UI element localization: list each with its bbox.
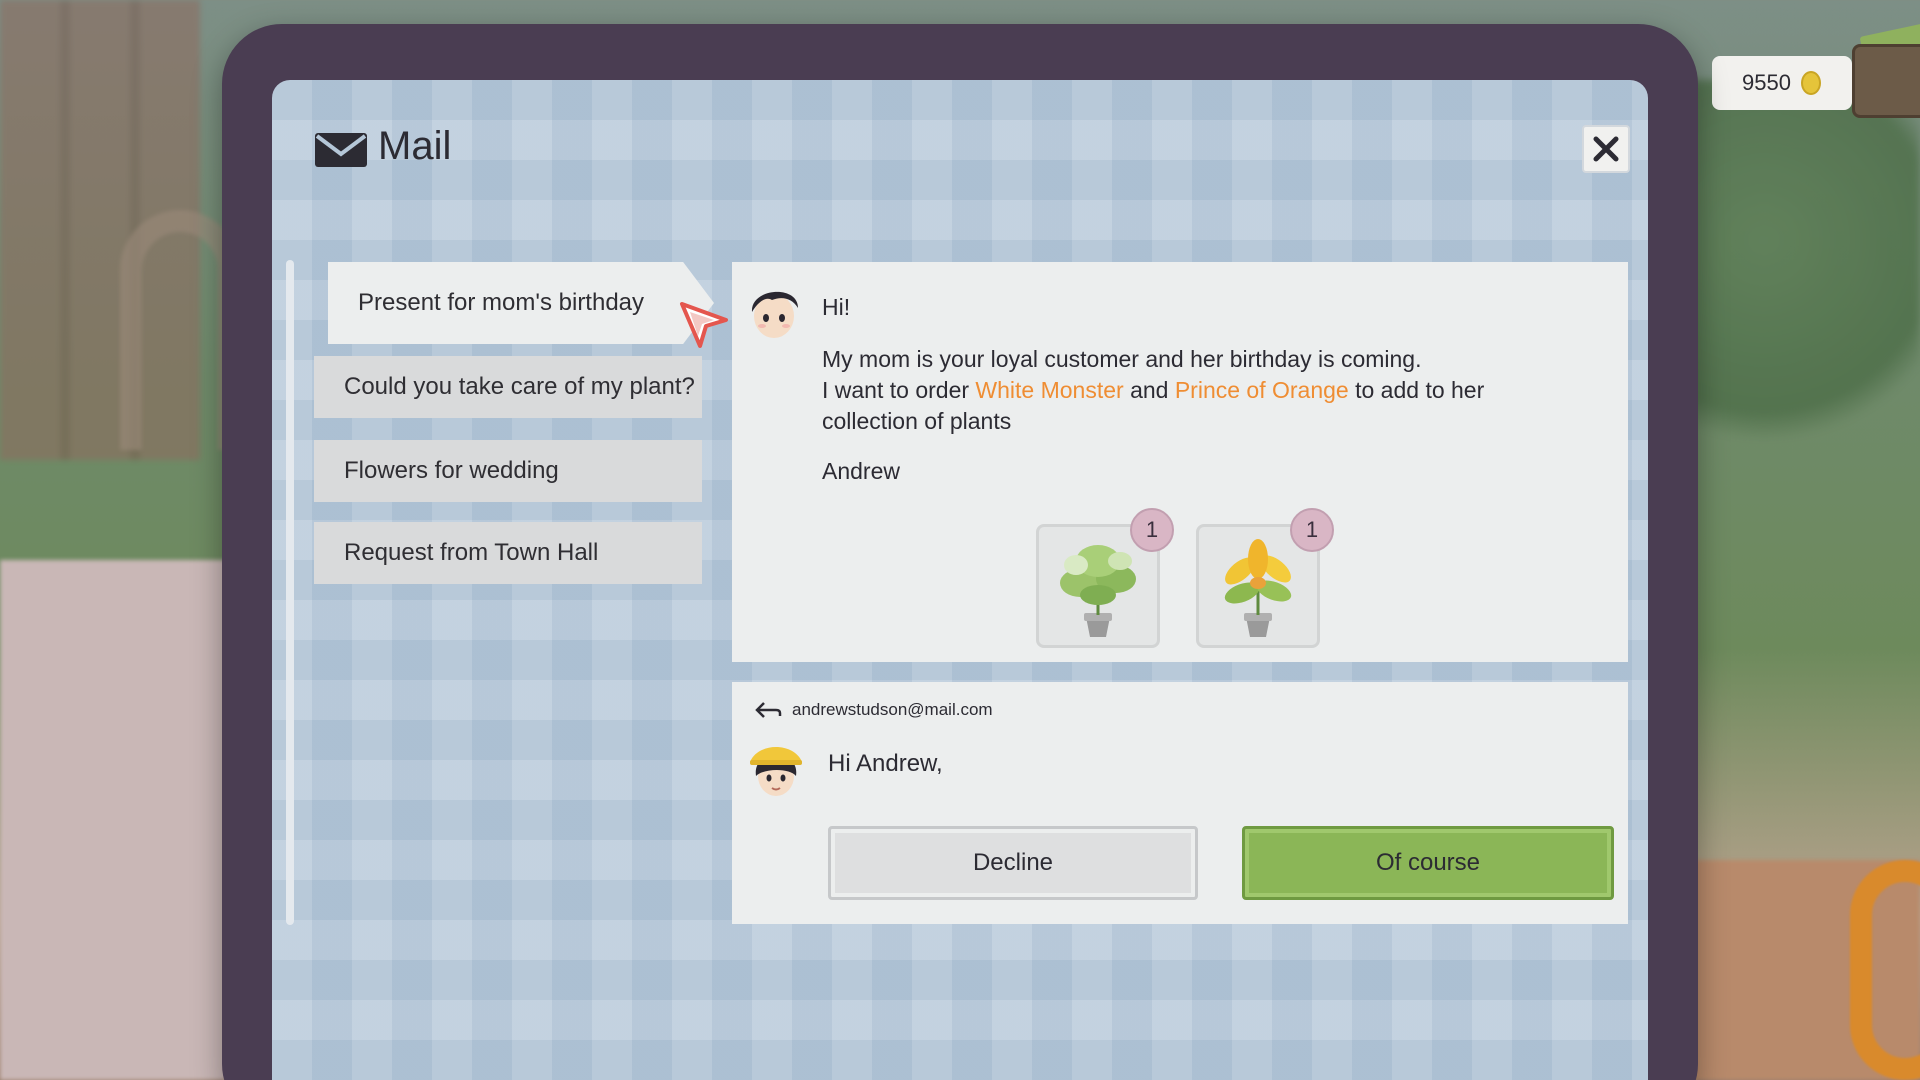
mail-list-item-active[interactable]: Present for mom's birthday	[328, 262, 714, 344]
decline-button-label: Decline	[972, 849, 1054, 876]
message-line: My mom is your loyal customer and her bi…	[822, 346, 1422, 372]
message-signature: Andrew	[822, 458, 900, 484]
reply-panel: andrewstudson@mail.com Hi Andrew, Declin…	[732, 682, 1628, 924]
message-line: collection of plants	[822, 408, 1012, 434]
pointer-cursor-icon	[680, 302, 728, 348]
reply-greeting: Hi Andrew,	[828, 750, 943, 777]
player-avatar	[744, 736, 808, 800]
background-counter	[0, 560, 230, 1080]
prince-of-orange-plant-icon	[1224, 539, 1292, 637]
recipient-email: andrewstudson@mail.com	[792, 700, 993, 719]
coin-amount: 9550	[1742, 70, 1791, 95]
highlighted-item: Prince of Orange	[1174, 377, 1349, 403]
background-trees	[1660, 80, 1920, 480]
wallet-icon[interactable]	[1852, 44, 1920, 118]
mail-list-item[interactable]: Request from Town Hall	[314, 522, 702, 584]
background-orange-object	[1850, 860, 1920, 1080]
highlighted-item: White Monster	[975, 377, 1124, 403]
mail-screen: Mail Present for mom's birthday Could yo…	[272, 80, 1648, 1080]
message-body: My mom is your loyal customer and her bi…	[822, 344, 1484, 437]
mail-list-item[interactable]: Could you take care of my plant?	[314, 356, 702, 418]
mail-subject: Flowers for wedding	[344, 457, 559, 484]
message-line: I want to order White Monster and Prince…	[822, 377, 1485, 403]
quantity-badge: 1	[1290, 508, 1334, 552]
sender-avatar	[742, 278, 806, 342]
mail-subject: Request from Town Hall	[344, 539, 599, 566]
coin-counter: 9550	[1712, 56, 1852, 110]
accept-button-label: Of course	[1375, 849, 1481, 876]
quantity-badge: 1	[1130, 508, 1174, 552]
message-greeting: Hi!	[822, 294, 851, 320]
mail-list-scrollbar[interactable]	[286, 260, 294, 925]
close-button[interactable]	[1582, 125, 1630, 173]
close-icon	[1593, 136, 1619, 162]
page-title: Mail	[378, 124, 452, 168]
white-monster-plant-icon	[1060, 545, 1136, 637]
mail-subject: Present for mom's birthday	[358, 289, 645, 316]
mail-list-item[interactable]: Flowers for wedding	[314, 440, 702, 502]
coin-icon	[1800, 71, 1821, 95]
envelope-icon	[315, 133, 367, 167]
accept-button[interactable]: Of course	[1242, 826, 1614, 900]
reply-arrow-icon	[755, 702, 782, 718]
decline-button[interactable]: Decline	[828, 826, 1198, 900]
message-panel: Hi! My mom is your loyal customer and he…	[732, 262, 1628, 662]
mail-subject: Could you take care of my plant?	[344, 373, 695, 400]
